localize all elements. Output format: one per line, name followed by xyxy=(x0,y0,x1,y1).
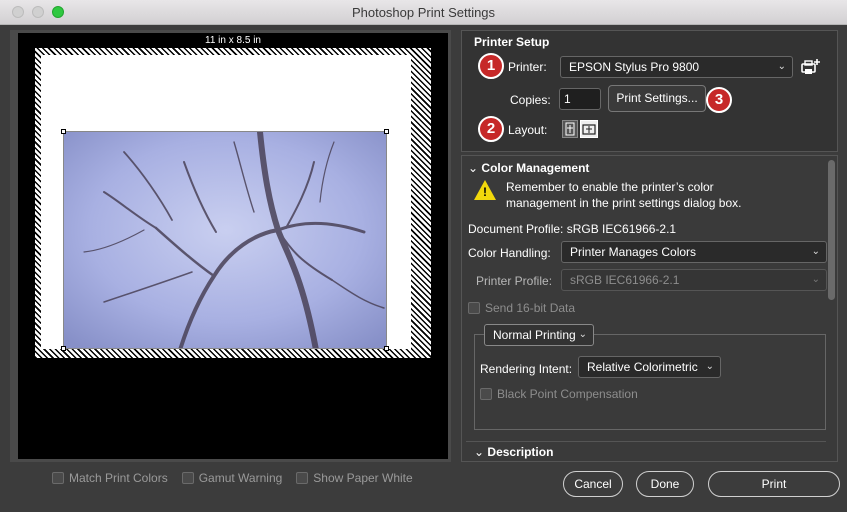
checkbox-box xyxy=(480,388,492,400)
warning-icon: ! xyxy=(474,180,496,200)
landscape-layout-icon[interactable] xyxy=(580,120,598,138)
crop-handle-bottom-right[interactable] xyxy=(384,346,389,351)
section-divider xyxy=(466,441,826,442)
copies-input[interactable]: 1 xyxy=(559,88,601,110)
normal-printing-value: Normal Printing xyxy=(493,328,576,342)
checkbox-box xyxy=(468,302,480,314)
color-management-panel: ⌄ Color Management ! Remember to enable … xyxy=(461,155,838,462)
match-print-colors-checkbox[interactable]: Match Print Colors xyxy=(52,471,168,485)
chevron-down-icon: ⌄ xyxy=(578,329,587,340)
gamut-warning-label: Gamut Warning xyxy=(198,471,283,485)
checkbox-box xyxy=(52,472,64,484)
send-16bit-checkbox: Send 16-bit Data xyxy=(468,301,575,315)
print-preview: 11 in x 8.5 in xyxy=(18,33,448,459)
layout-label: Layout: xyxy=(508,123,548,137)
printer-setup-title: Printer Setup xyxy=(474,35,550,49)
printer-profile-label: Printer Profile: xyxy=(476,274,553,288)
crop-handle-top-right[interactable] xyxy=(384,129,389,134)
color-management-header[interactable]: ⌄ Color Management xyxy=(468,161,589,175)
black-point-compensation-checkbox: Black Point Compensation xyxy=(480,387,638,401)
chevron-down-icon: ⌄ xyxy=(811,246,820,257)
chevron-down-icon: ⌄ xyxy=(474,445,485,459)
paper-size-label: 11 in x 8.5 in xyxy=(205,35,261,46)
printer-profile-select: sRGB IEC61966-2.1 ⌄ xyxy=(561,269,827,291)
preview-image[interactable] xyxy=(63,131,387,349)
color-management-title: Color Management xyxy=(481,161,590,175)
color-handling-value: Printer Manages Colors xyxy=(570,245,697,259)
rendering-intent-label: Rendering Intent: xyxy=(480,362,573,376)
chevron-down-icon: ⌄ xyxy=(705,361,714,372)
checkbox-box xyxy=(296,472,309,484)
chevron-down-icon: ⌄ xyxy=(811,274,820,285)
chevron-down-icon: ⌄ xyxy=(777,61,786,72)
crop-handle-top-left[interactable] xyxy=(61,129,66,134)
print-settings-button[interactable]: Print Settings... xyxy=(608,85,706,112)
warning-line-2: management in the print settings dialog … xyxy=(506,196,742,210)
show-paper-white-checkbox[interactable]: Show Paper White xyxy=(296,471,413,485)
rendering-intent-select[interactable]: Relative Colorimetric ⌄ xyxy=(578,356,721,378)
callout-badge-3: 3 xyxy=(706,87,732,113)
print-button[interactable]: Print xyxy=(708,471,840,497)
printer-profile-value: sRGB IEC61966-2.1 xyxy=(570,273,680,287)
black-point-label: Black Point Compensation xyxy=(497,387,638,401)
printer-label: Printer: xyxy=(508,60,547,74)
panel-scrollbar[interactable] xyxy=(828,160,835,300)
color-handling-select[interactable]: Printer Manages Colors ⌄ xyxy=(561,241,827,263)
rendering-group xyxy=(474,334,826,430)
preview-options: Match Print Colors Gamut Warning Show Pa… xyxy=(52,471,413,485)
show-paper-white-label: Show Paper White xyxy=(313,471,413,485)
zoom-window-button[interactable] xyxy=(52,6,64,18)
close-window-button[interactable] xyxy=(12,6,24,18)
description-title: Description xyxy=(487,445,554,459)
tree-branches-photo xyxy=(64,132,386,348)
match-print-colors-label: Match Print Colors xyxy=(69,471,168,485)
callout-badge-1: 1 xyxy=(478,53,504,79)
printer-select[interactable]: EPSON Stylus Pro 9800 ⌄ xyxy=(560,56,793,78)
printer-value: EPSON Stylus Pro 9800 xyxy=(569,60,700,74)
window-title: Photoshop Print Settings xyxy=(351,5,496,20)
title-bar: Photoshop Print Settings xyxy=(0,0,847,25)
checkbox-box xyxy=(181,472,194,484)
minimize-window-button[interactable] xyxy=(32,6,44,18)
portrait-layout-icon[interactable] xyxy=(562,120,578,138)
warning-line-1: Remember to enable the printer’s color xyxy=(506,180,714,194)
cancel-button[interactable]: Cancel xyxy=(563,471,623,497)
chevron-down-icon: ⌄ xyxy=(468,161,479,175)
send-16bit-label: Send 16-bit Data xyxy=(485,301,576,315)
description-header[interactable]: ⌄ Description xyxy=(474,445,553,459)
crop-handle-bottom-left[interactable] xyxy=(61,346,66,351)
gamut-warning-checkbox[interactable]: Gamut Warning xyxy=(181,471,283,485)
copies-label: Copies: xyxy=(510,93,551,107)
printer-setup-panel: Printer Setup 1 Printer: EPSON Stylus Pr… xyxy=(461,30,838,152)
normal-printing-select[interactable]: Normal Printing ⌄ xyxy=(484,324,594,346)
add-printer-icon[interactable] xyxy=(800,57,822,77)
callout-badge-2: 2 xyxy=(478,116,504,142)
color-handling-label: Color Handling: xyxy=(468,246,551,260)
document-profile: Document Profile: sRGB IEC61966-2.1 xyxy=(468,222,677,236)
rendering-intent-value: Relative Colorimetric xyxy=(587,360,698,374)
done-button[interactable]: Done xyxy=(636,471,694,497)
